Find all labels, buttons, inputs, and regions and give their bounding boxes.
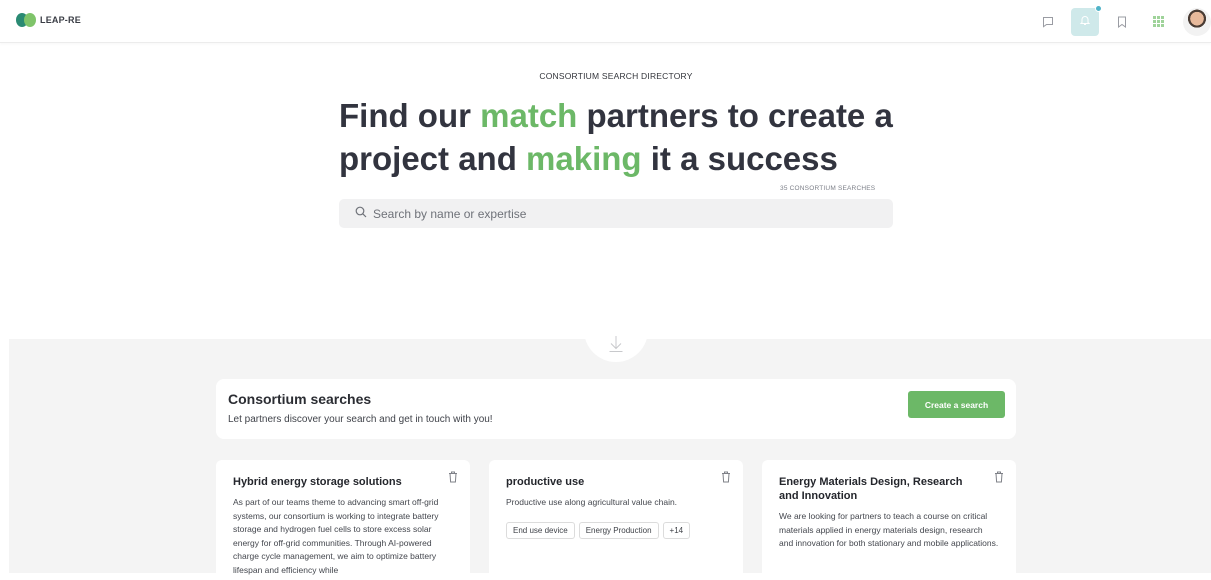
search-icon [355,205,367,223]
card-title: Hybrid energy storage solutions [233,476,402,488]
trash-icon[interactable] [994,470,1004,488]
tag-more[interactable]: +14 [662,522,691,539]
page-eyebrow: CONSORTIUM SEARCH DIRECTORY [539,71,693,81]
chat-icon[interactable] [1035,9,1061,35]
card-title: Energy Materials Design, Research and In… [779,476,963,502]
card-description: We are looking for partners to teach a c… [779,511,999,548]
user-avatar[interactable] [1183,7,1211,36]
search-card[interactable]: productive use Productive use along agri… [489,460,743,580]
card-tags: End use device Energy Production +14 [506,522,691,539]
search-placeholder: Search by name or expertise [373,206,527,221]
logo-text: LEAP-RE [40,15,81,25]
create-search-button[interactable]: Create a search [908,391,1005,418]
grid-icon[interactable] [1145,9,1171,35]
section-title: Consortium searches [228,391,372,407]
search-card[interactable]: Energy Materials Design, Research and In… [762,460,1016,580]
bookmark-icon[interactable] [1109,9,1135,35]
tag[interactable]: End use device [506,522,575,539]
leap-re-logo[interactable]: LEAP-RE [16,13,81,27]
top-navigation-bar: LEAP-RE [0,0,1211,43]
section-subtitle: Let partners discover your search and ge… [228,414,493,425]
trash-icon[interactable] [721,470,731,488]
headline-part: partners to create a [577,97,893,134]
arrow-down-icon [608,335,624,358]
card-description: As part of our teams theme to advancing … [233,497,439,575]
search-input[interactable]: Search by name or expertise [339,199,893,228]
bell-icon [1079,13,1091,31]
headline-part: Find our [339,97,481,134]
page-headline: Find our match partners to create a proj… [339,94,919,180]
headline-part: project and [339,140,527,177]
headline-part: it a success [641,140,838,177]
header-actions [1025,0,1211,43]
headline-highlight: making [526,140,642,177]
tag[interactable]: Energy Production [578,522,659,539]
notifications-button[interactable] [1071,4,1102,36]
search-card[interactable]: Hybrid energy storage solutions As part … [216,460,470,580]
card-description: Productive use along agricultural value … [506,497,678,507]
card-title: productive use [506,476,585,488]
consortium-searches-panel: Consortium searches Let partners discove… [216,379,1016,439]
notification-dot [1095,4,1102,12]
trash-icon[interactable] [448,470,458,488]
logo-mark-icon [16,13,36,27]
headline-highlight: match [480,97,578,134]
search-count: 35 CONSORTIUM SEARCHES [780,185,876,192]
